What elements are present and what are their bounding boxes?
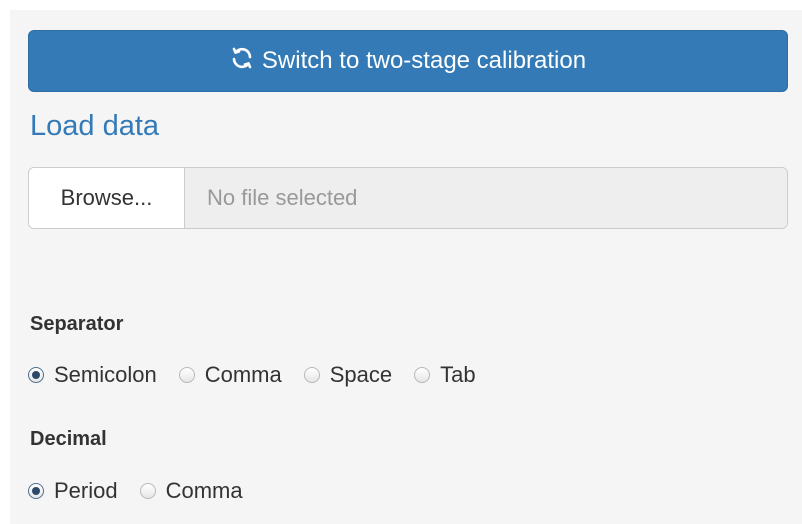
separator-option-comma[interactable]: Comma (178, 362, 282, 388)
radio-label: Space (329, 362, 393, 387)
radio-label: Tab (440, 362, 476, 387)
radio-unchecked-icon[interactable] (178, 367, 195, 383)
decimal-option-period[interactable]: Period (28, 478, 118, 504)
separator-label: Separator (30, 313, 124, 335)
load-data-title: Load data (30, 110, 160, 142)
file-name-display[interactable]: No file selected (185, 168, 787, 228)
separator-radio-group: Semicolon Comma Space Tab (28, 362, 498, 388)
file-input-group: Browse... No file selected (28, 167, 788, 229)
radio-unchecked-icon[interactable] (414, 367, 431, 383)
decimal-option-comma[interactable]: Comma (139, 478, 243, 504)
switch-button-label: Switch to two-stage calibration (261, 47, 587, 74)
radio-label: Comma (204, 362, 282, 387)
radio-unchecked-icon[interactable] (303, 367, 320, 383)
decimal-radio-group: Period Comma (28, 478, 265, 504)
radio-label: Comma (165, 478, 243, 503)
decimal-label: Decimal (30, 428, 107, 450)
radio-checked-icon[interactable] (28, 367, 44, 383)
radio-label: Semicolon (54, 362, 157, 387)
switch-calibration-button[interactable]: Switch to two-stage calibration (28, 30, 788, 92)
browse-button[interactable]: Browse... (29, 168, 185, 228)
refresh-icon (230, 46, 254, 77)
separator-option-semicolon[interactable]: Semicolon (28, 362, 157, 388)
radio-unchecked-icon[interactable] (139, 483, 156, 499)
separator-option-tab[interactable]: Tab (414, 362, 476, 388)
radio-label: Period (54, 478, 118, 503)
separator-option-space[interactable]: Space (303, 362, 393, 388)
radio-checked-icon[interactable] (28, 483, 44, 499)
